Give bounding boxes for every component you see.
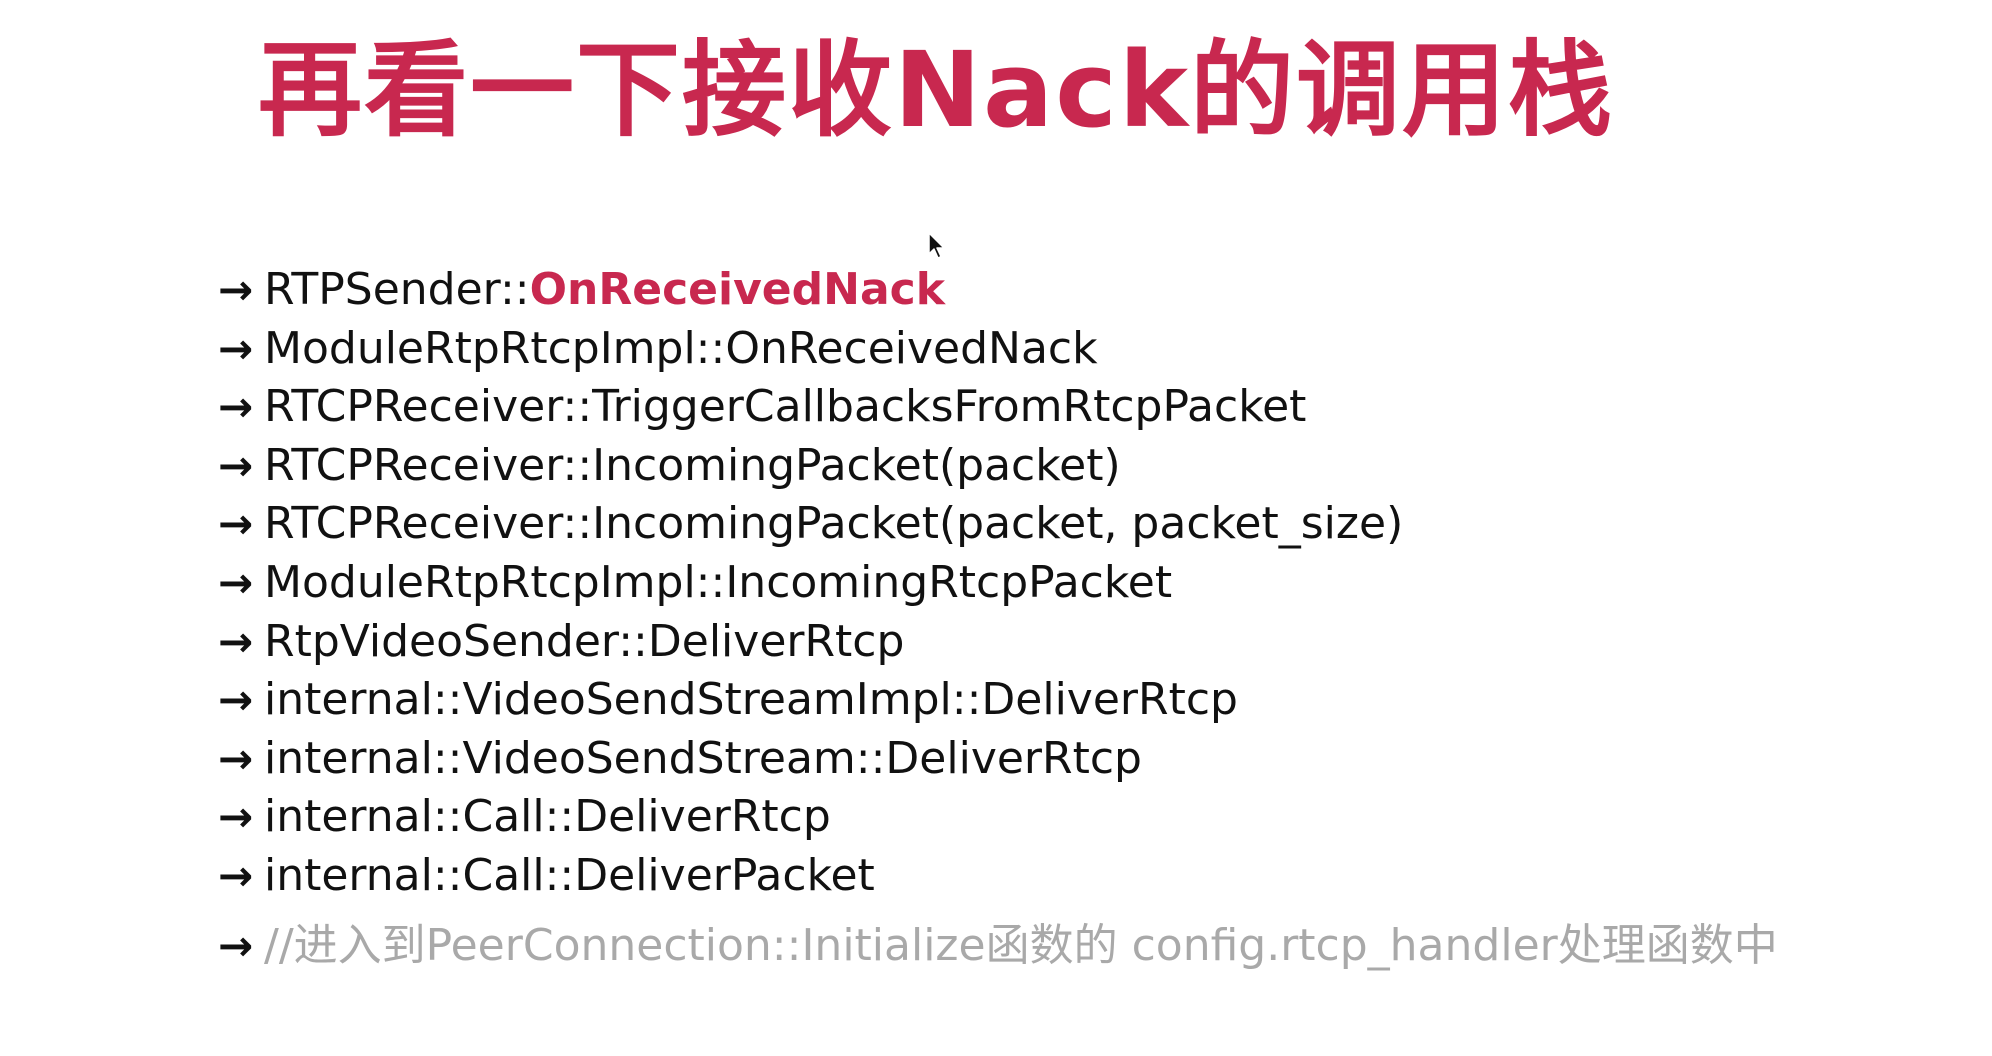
call-stack-entry: internal::VideoSendStream::DeliverRtcp — [264, 732, 1142, 784]
call-stack-entry: internal::Call::DeliverPacket — [264, 849, 875, 901]
arrow-icon: → — [218, 265, 254, 314]
call-stack-line: → internal::Call::DeliverRtcp — [218, 791, 1778, 850]
arrow-icon: → — [218, 920, 254, 970]
call-stack-line-rtpsender: → RTPSender:: OnReceivedNack — [218, 264, 1778, 323]
call-stack-list: → RTPSender:: OnReceivedNack → ModuleRtpR… — [218, 264, 1778, 971]
arrow-icon: → — [218, 557, 254, 607]
call-stack-comment: //进入到PeerConnection::Initialize函数的 confi… — [264, 919, 1778, 971]
arrow-icon: → — [218, 382, 254, 432]
arrow-icon: → — [218, 323, 254, 373]
slide: 再看一下接收Nack的调用栈 → RTPSender:: OnReceivedNa… — [0, 0, 1992, 1056]
arrow-icon: → — [218, 792, 254, 842]
call-stack-line: → RTCPReceiver::IncomingPacket(packet, p… — [218, 498, 1778, 557]
call-stack-entry: internal::Call::DeliverRtcp — [264, 791, 831, 843]
call-stack-entry: ModuleRtpRtcpImpl::IncomingRtcpPacket — [264, 556, 1173, 608]
arrow-icon: → — [218, 440, 254, 490]
call-stack-entry-prefix: RTPSender:: — [264, 264, 530, 315]
arrow-icon: → — [218, 733, 254, 783]
call-stack-entry: ModuleRtpRtcpImpl::OnReceivedNack — [264, 322, 1098, 374]
arrow-icon: → — [218, 499, 254, 549]
call-stack-line: → internal::VideoSendStream::DeliverRtcp — [218, 733, 1778, 792]
call-stack-line: → RtpVideoSender::DeliverRtcp — [218, 616, 1778, 675]
call-stack-entry: RtpVideoSender::DeliverRtcp — [264, 615, 905, 667]
arrow-icon: → — [218, 616, 254, 666]
mouse-pointer-icon — [928, 232, 945, 259]
call-stack-comment-line: → //进入到PeerConnection::Initialize函数的 con… — [218, 909, 1778, 971]
slide-title: 再看一下接收Nack的调用栈 — [258, 29, 1615, 151]
call-stack-entry: RTCPReceiver::IncomingPacket(packet, pac… — [264, 498, 1404, 550]
arrow-icon: → — [218, 850, 254, 900]
call-stack-entry: RTCPReceiver::TriggerCallbacksFromRtcpPa… — [264, 381, 1307, 433]
call-stack-line: → ModuleRtpRtcpImpl::OnReceivedNack — [218, 323, 1778, 382]
arrow-icon: → — [218, 675, 254, 725]
call-stack-entry: RTCPReceiver::IncomingPacket(packet) — [264, 439, 1121, 491]
call-stack-entry-highlight: OnReceivedNack — [529, 264, 945, 315]
call-stack-entry: internal::VideoSendStreamImpl::DeliverRt… — [264, 674, 1238, 726]
call-stack-line: → RTCPReceiver::TriggerCallbacksFromRtcp… — [218, 381, 1778, 440]
call-stack-line: → internal::Call::DeliverPacket — [218, 850, 1778, 909]
call-stack-line: → ModuleRtpRtcpImpl::IncomingRtcpPacket — [218, 557, 1778, 616]
call-stack-line: → internal::VideoSendStreamImpl::Deliver… — [218, 674, 1778, 733]
call-stack-line: → RTCPReceiver::IncomingPacket(packet) — [218, 440, 1778, 499]
